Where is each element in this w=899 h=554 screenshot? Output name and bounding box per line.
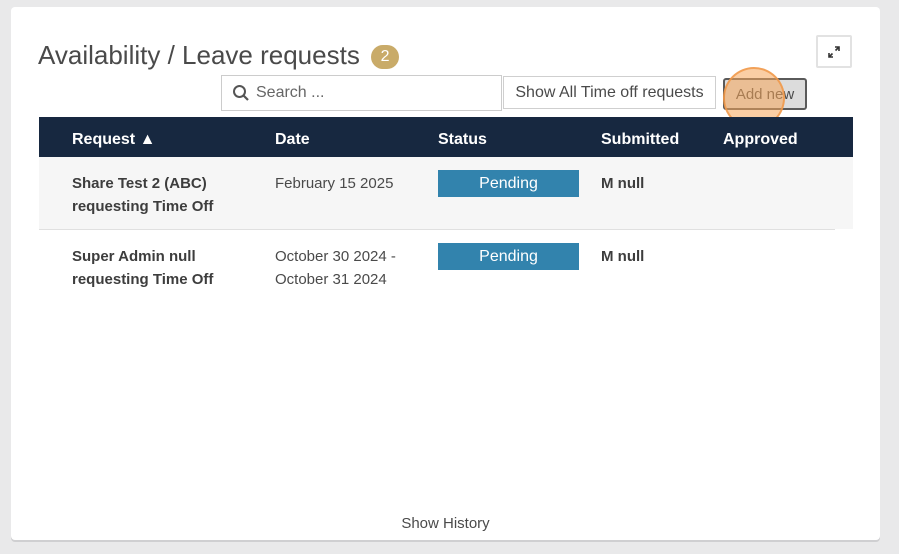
count-badge: 2 — [371, 45, 400, 69]
request-type: requesting Time Off — [72, 198, 214, 215]
leave-requests-widget: Availability / Leave requests 2 Show All… — [11, 7, 880, 540]
request-type: requesting Time Off — [72, 271, 214, 288]
table-row[interactable]: Super Admin null requesting Time Off Oct… — [39, 229, 835, 301]
date-end: October 31 2024 — [275, 271, 387, 288]
widget-title-text: Availability / Leave requests — [38, 40, 360, 70]
column-header-submitted[interactable]: Submitted — [601, 130, 679, 150]
column-header-date[interactable]: Date — [275, 130, 310, 150]
widget-title: Availability / Leave requests 2 — [38, 40, 400, 71]
request-cell: Share Test 2 (ABC) requesting Time Off — [72, 172, 213, 218]
add-new-button[interactable]: Add new — [723, 78, 807, 110]
column-header-status[interactable]: Status — [438, 130, 487, 150]
submitted-cell: M null — [601, 175, 645, 192]
submitted-cell: M null — [601, 248, 645, 265]
status-badge: Pending — [438, 170, 579, 197]
table-header: Request ▲ Date Status Submitted Approved — [39, 117, 853, 157]
column-header-approved[interactable]: Approved — [723, 130, 798, 150]
request-cell: Super Admin null requesting Time Off — [72, 245, 213, 291]
search-field[interactable] — [221, 75, 502, 111]
expand-button[interactable] — [816, 35, 852, 68]
show-all-time-off-button[interactable]: Show All Time off requests — [503, 76, 716, 109]
date-cell: February 15 2025 — [275, 172, 393, 195]
status-badge: Pending — [438, 243, 579, 270]
date-start: February 15 2025 — [275, 175, 394, 192]
table-row[interactable]: Share Test 2 (ABC) requesting Time Off F… — [39, 157, 853, 229]
expand-icon — [828, 45, 840, 58]
search-icon — [226, 75, 256, 111]
request-name: Super Admin null — [72, 248, 196, 265]
date-start: October 30 2024 - — [275, 248, 396, 265]
date-cell: October 30 2024 - October 31 2024 — [275, 245, 396, 291]
column-header-request[interactable]: Request ▲ — [72, 130, 155, 150]
show-history-link[interactable]: Show History — [11, 515, 880, 532]
request-name: Share Test 2 (ABC) — [72, 175, 207, 192]
search-input[interactable] — [256, 84, 496, 102]
